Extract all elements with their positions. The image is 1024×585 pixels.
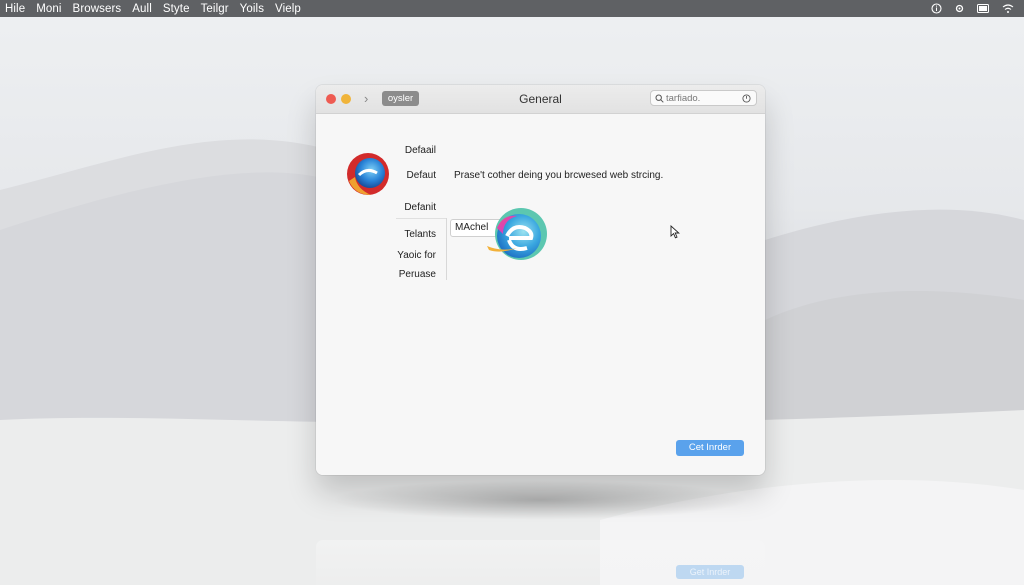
status-area (931, 0, 1014, 17)
battery-icon[interactable] (977, 4, 990, 13)
menu-moni[interactable]: Moni (36, 3, 61, 15)
edge-browser-icon[interactable] (481, 206, 549, 266)
label-telants: Telants (404, 229, 436, 240)
menu-file[interactable]: Hile (5, 3, 25, 15)
search-icon (655, 91, 664, 109)
wifi-icon[interactable] (1002, 3, 1014, 14)
mouse-cursor-icon (670, 224, 681, 239)
window-shadow (330, 480, 750, 520)
menu-tools[interactable]: Yoils (240, 3, 264, 15)
menu-bar: Hile Moni Browsers Aull Styte Teilgr Yoi… (0, 0, 1024, 17)
info-circle-icon[interactable] (931, 3, 942, 14)
label-yaoic-for: Yaoic for (397, 250, 436, 261)
menu-teilgr[interactable]: Teilgr (201, 3, 229, 15)
default-browser-description: Prase't cother deing you brcwesed web st… (454, 170, 664, 181)
get-inrder-button[interactable]: Cet Inrder (676, 440, 744, 456)
search-placeholder: tarfiado. (666, 93, 701, 104)
label-default-2: Defaut (406, 170, 436, 181)
menu-aull[interactable]: Aull (132, 3, 152, 15)
browser-logo-icon (345, 151, 391, 197)
menu-browsers[interactable]: Browsers (73, 3, 122, 15)
general-pane: Defaail Defaut Prase't cother deing you … (316, 114, 765, 475)
gear-icon[interactable] (954, 3, 965, 14)
menu-items: Hile Moni Browsers Aull Styte Teilgr Yoi… (0, 0, 312, 17)
divider (446, 218, 447, 280)
clear-icon[interactable] (742, 91, 751, 108)
preferences-window: › oysler General tarfiado. Defaail Defau… (316, 85, 765, 475)
divider (396, 218, 446, 219)
reflection-button: Get Inrder (676, 565, 744, 579)
menu-style[interactable]: Styte (163, 3, 190, 15)
title-bar[interactable]: › oysler General tarfiado. (316, 85, 765, 114)
label-default-1: Defaail (404, 145, 436, 156)
label-default-3: Defanit (404, 202, 436, 213)
label-peruase: Peruase (398, 269, 436, 280)
search-field[interactable]: tarfiado. (650, 90, 757, 106)
menu-help[interactable]: Vielp (275, 3, 301, 15)
